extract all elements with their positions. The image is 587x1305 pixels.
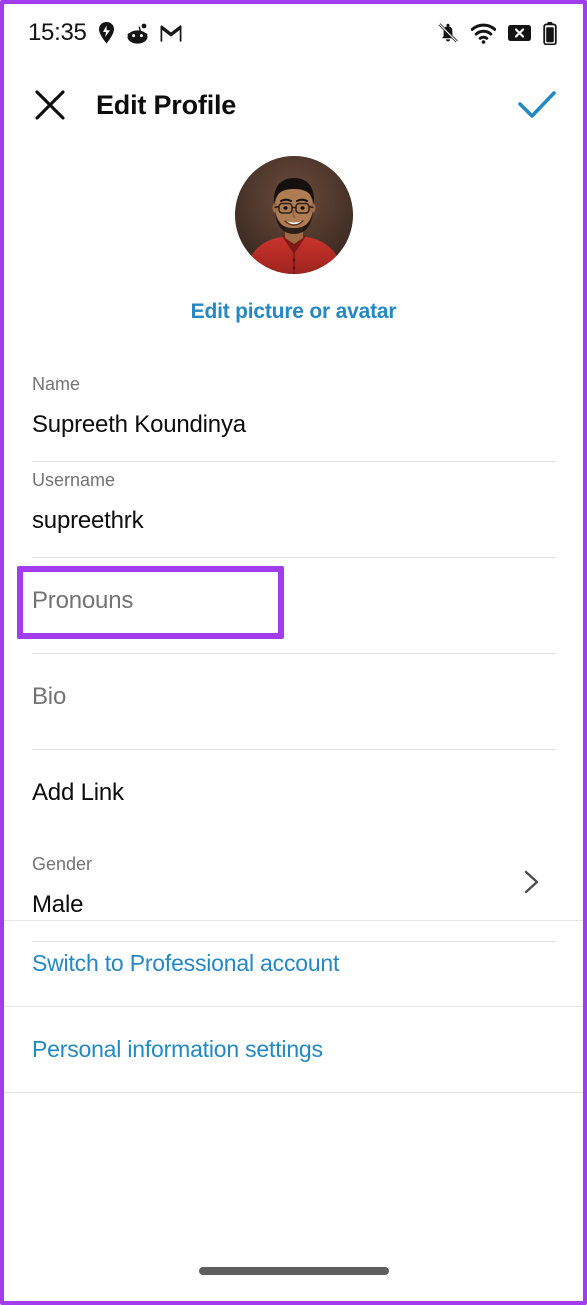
home-indicator[interactable] (198, 1267, 389, 1275)
bell-off-icon (436, 21, 460, 45)
confirm-check-icon[interactable] (513, 83, 561, 127)
field-bio-placeholder: Bio (32, 683, 67, 710)
field-add-link[interactable]: Add Link (4, 750, 583, 846)
field-pronouns-placeholder: Pronouns (32, 587, 134, 614)
field-name-label: Name (32, 374, 81, 394)
field-username[interactable]: Username supreethrk (4, 462, 583, 558)
close-icon[interactable] (28, 83, 72, 127)
field-name-value: Supreeth Koundinya (32, 411, 246, 438)
field-pronouns[interactable]: Pronouns (4, 558, 583, 654)
field-bio[interactable]: Bio (4, 654, 583, 750)
no-sim-icon (507, 23, 532, 43)
location-pin-icon (98, 22, 115, 44)
avatar[interactable] (234, 156, 353, 274)
chevron-right-icon (517, 868, 545, 896)
phone-screen: 15:35 Edit Profile Edit picture or avata… (0, 0, 587, 1305)
field-gender-value: Male (32, 891, 84, 918)
field-add-link-value: Add Link (32, 779, 124, 806)
reddit-icon (126, 23, 149, 44)
wifi-icon (471, 23, 496, 44)
gmail-icon (160, 24, 182, 43)
account-links: Switch to Professional account Personal … (4, 920, 583, 1093)
switch-to-professional-account-link[interactable]: Switch to Professional account (4, 921, 583, 1006)
personal-information-settings-link[interactable]: Personal information settings (4, 1007, 583, 1092)
page-title: Edit Profile (96, 89, 237, 120)
field-username-value: supreethrk (32, 507, 144, 534)
divider (4, 1092, 583, 1093)
field-name[interactable]: Name Supreeth Koundinya (4, 366, 583, 462)
edit-picture-link[interactable]: Edit picture or avatar (191, 300, 397, 324)
battery-icon (543, 21, 557, 45)
app-header: Edit Profile (4, 62, 583, 148)
profile-photo-section: Edit picture or avatar (4, 156, 583, 324)
status-bar-right (436, 21, 557, 45)
field-username-label: Username (32, 470, 116, 490)
profile-form: Name Supreeth Koundinya Username supreet… (4, 366, 583, 942)
field-gender-label: Gender (32, 854, 93, 874)
status-bar-clock: 15:35 (28, 19, 87, 46)
status-bar-left: 15:35 (28, 19, 182, 47)
status-bar: 15:35 (4, 4, 583, 62)
